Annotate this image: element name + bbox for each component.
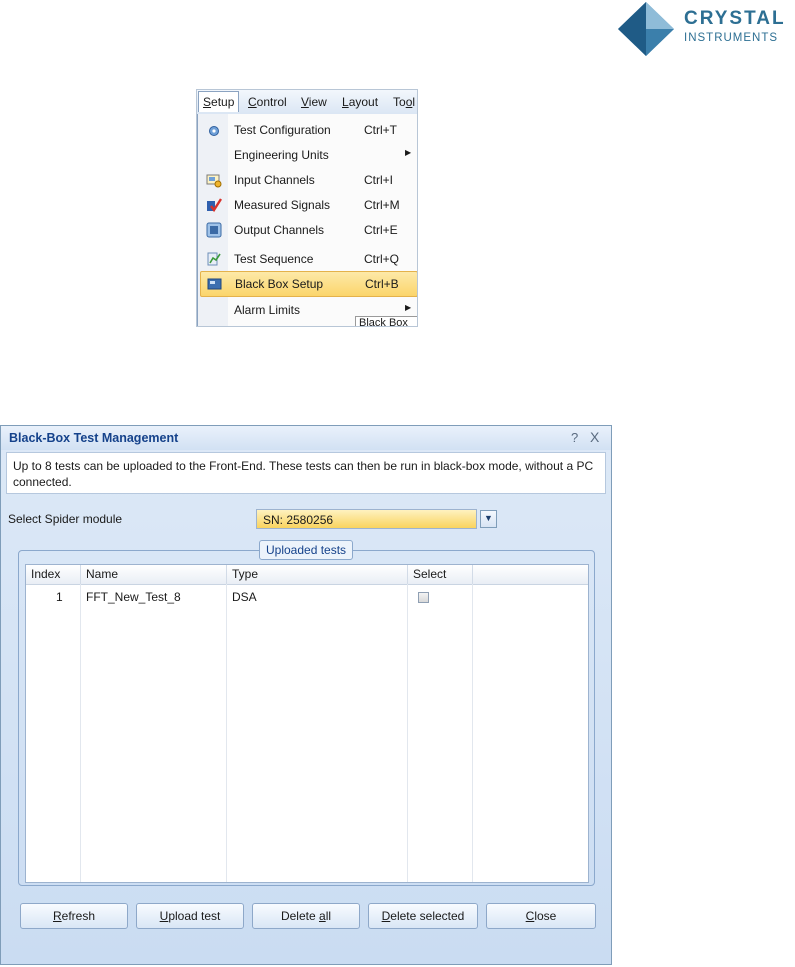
menu-tooltip: Black Box bbox=[355, 316, 417, 326]
test-sequence-icon bbox=[207, 252, 221, 266]
dialog-description: Up to 8 tests can be uploaded to the Fro… bbox=[6, 452, 606, 494]
select-checkbox[interactable] bbox=[418, 592, 429, 603]
menu-tools[interactable]: Tool bbox=[393, 95, 415, 109]
menu-item-test-configuration[interactable]: Test Configuration Ctrl+T bbox=[200, 118, 416, 142]
setup-menu-screenshot: Setup Control View Layout Tool Test Conf… bbox=[196, 89, 418, 327]
column-header-type[interactable]: Type bbox=[227, 565, 408, 584]
cell-index: 1 bbox=[56, 590, 63, 604]
logo-text-instruments: INSTRUMENTS bbox=[684, 32, 779, 44]
spider-module-dropdown-button[interactable]: ▼ bbox=[480, 510, 497, 528]
menu-item-test-sequence[interactable]: Test Sequence Ctrl+Q bbox=[200, 247, 416, 271]
crystal-instruments-logo: CRYSTAL INSTRUMENTS bbox=[618, 2, 795, 56]
column-header-name[interactable]: Name bbox=[81, 565, 227, 584]
column-header-index[interactable]: Index bbox=[26, 565, 81, 584]
output-channels-icon bbox=[206, 222, 222, 238]
dialog-title: Black-Box Test Management bbox=[9, 431, 179, 445]
uploaded-tests-title: Uploaded tests bbox=[259, 540, 354, 560]
menu-item-engineering-units[interactable]: Engineering Units ▶ bbox=[200, 143, 416, 167]
column-header-select[interactable]: Select bbox=[408, 565, 473, 584]
black-box-test-management-dialog: Black-Box Test Management ? X Up to 8 te… bbox=[0, 425, 612, 965]
cell-type: DSA bbox=[232, 590, 257, 604]
menu-item-black-box-setup[interactable]: Black Box Setup Ctrl+B bbox=[200, 271, 417, 297]
submenu-arrow-icon: ▶ bbox=[405, 303, 412, 312]
delete-selected-button[interactable]: Delete selected bbox=[368, 903, 478, 929]
menu-bar: Setup Control View Layout Tool bbox=[197, 90, 417, 115]
refresh-button[interactable]: Refresh bbox=[20, 903, 128, 929]
menu-item-output-channels[interactable]: Output Channels Ctrl+E bbox=[200, 218, 416, 242]
upload-test-button[interactable]: Upload test bbox=[136, 903, 244, 929]
measured-signals-icon bbox=[207, 198, 222, 213]
setup-dropdown: Test Configuration Ctrl+T Engineering Un… bbox=[197, 114, 417, 326]
uploaded-tests-table: Index Name Type Select 1 FFT_New_Test_8 … bbox=[25, 564, 589, 883]
close-button[interactable]: Close bbox=[486, 903, 596, 929]
submenu-arrow-icon: ▶ bbox=[405, 148, 412, 157]
help-icon[interactable]: ? bbox=[571, 430, 578, 445]
menu-layout[interactable]: Layout bbox=[342, 95, 378, 109]
delete-all-button[interactable]: Delete all bbox=[252, 903, 360, 929]
test-configuration-icon bbox=[209, 126, 219, 136]
close-icon[interactable]: X bbox=[590, 429, 599, 445]
menu-control[interactable]: Control bbox=[248, 95, 287, 109]
crystal-diamond-icon bbox=[618, 2, 674, 56]
dialog-title-bar: Black-Box Test Management ? X bbox=[1, 426, 611, 450]
menu-setup[interactable]: Setup bbox=[198, 91, 240, 112]
spider-module-select[interactable]: SN: 2580256 ▼ bbox=[256, 509, 497, 529]
cell-name: FFT_New_Test_8 bbox=[86, 590, 181, 604]
spider-module-label: Select Spider module bbox=[8, 512, 123, 526]
black-box-setup-icon bbox=[207, 278, 222, 290]
menu-item-input-channels[interactable]: Input Channels Ctrl+I bbox=[200, 168, 416, 192]
spider-module-value[interactable]: SN: 2580256 bbox=[256, 509, 477, 529]
menu-view[interactable]: View bbox=[301, 95, 327, 109]
menu-item-measured-signals[interactable]: Measured Signals Ctrl+M bbox=[200, 193, 416, 217]
logo-text-crystal: CRYSTAL bbox=[684, 8, 786, 29]
input-channels-icon bbox=[206, 174, 222, 188]
chevron-down-icon: ▼ bbox=[484, 513, 493, 523]
table-header: Index Name Type Select bbox=[26, 565, 588, 585]
